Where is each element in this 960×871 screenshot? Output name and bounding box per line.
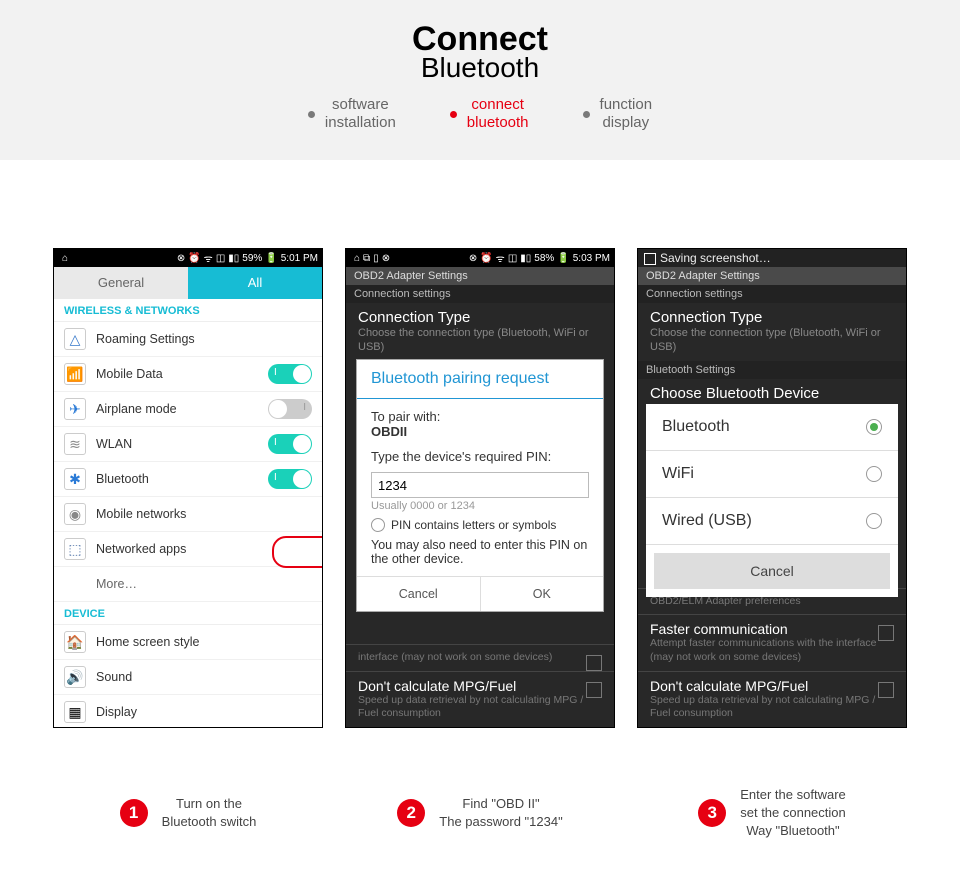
saving-screenshot-bar: Saving screenshot…: [638, 249, 906, 267]
dialog-title: Bluetooth pairing request: [357, 360, 603, 399]
row-label: Home screen style: [96, 635, 312, 649]
header-title-1: Connect: [0, 22, 960, 56]
row-home-screen-style[interactable]: 🏠 Home screen style: [54, 625, 322, 660]
row-roaming-settings[interactable]: △ Roaming Settings: [54, 322, 322, 357]
status-bar: ⌂⧉▯⊗ ⊗⏰ᯤ◫▮▯ 58%🔋5:03 PM: [346, 249, 614, 267]
radio-bluetooth[interactable]: Bluetooth: [646, 404, 898, 451]
row-icon: 📶: [64, 363, 86, 385]
row-label: Airplane mode: [96, 402, 268, 416]
phone-3: Saving screenshot… OBD2 Adapter Settings…: [637, 248, 907, 728]
row-icon: ◉: [64, 503, 86, 525]
radio-wifi[interactable]: WiFi: [646, 451, 898, 498]
caption-3: 3Enter the software set the connection W…: [637, 786, 907, 841]
toggle[interactable]: I: [268, 434, 312, 454]
header-banner: Connect Bluetooth software installation …: [0, 0, 960, 160]
header-nav: software installation connect bluetooth …: [0, 96, 960, 132]
row-mobile-networks[interactable]: ◉ Mobile networks: [54, 497, 322, 532]
section-device: DEVICE: [54, 602, 322, 625]
row-icon: 🏠: [64, 631, 86, 653]
row-sound[interactable]: 🔊 Sound: [54, 660, 322, 695]
row-label: Networked apps: [96, 542, 312, 556]
obd-header: OBD2 Adapter Settings: [346, 267, 614, 285]
toggle[interactable]: I: [268, 469, 312, 489]
section-wireless: WIRELESS & NETWORKS: [54, 299, 322, 322]
bluetooth-settings-label: Bluetooth Settings: [638, 361, 906, 379]
row-icon: △: [64, 328, 86, 350]
pair-with-label: To pair with:: [371, 409, 589, 424]
row-label: Bluetooth: [96, 472, 268, 486]
radio-wired[interactable]: Wired (USB): [646, 498, 898, 545]
radio-icon: [866, 419, 882, 435]
toggle[interactable]: I: [268, 364, 312, 384]
row-label: Sound: [96, 670, 312, 684]
row-label: Mobile Data: [96, 367, 268, 381]
row-airplane-mode[interactable]: ✈ Airplane modeI: [54, 392, 322, 427]
step-badge: 1: [120, 799, 148, 827]
phone-2: ⌂⧉▯⊗ ⊗⏰ᯤ◫▮▯ 58%🔋5:03 PM OBD2 Adapter Set…: [345, 248, 615, 728]
caption-2: 2Find "OBD II" The password "1234": [345, 786, 615, 841]
tab-all[interactable]: All: [188, 267, 322, 299]
nav-item-function[interactable]: function display: [583, 96, 653, 132]
connection-settings-label: Connection settings: [346, 285, 614, 303]
row-bluetooth[interactable]: ✱ BluetoothI: [54, 462, 322, 497]
mpg-row[interactable]: Don't calculate MPG/FuelSpeed up data re…: [638, 671, 906, 727]
faster-comm-row[interactable]: interface (may not work on some devices): [346, 644, 614, 671]
connection-type-row[interactable]: Connection Type Choose the connection ty…: [638, 303, 906, 361]
row-icon: ✈: [64, 398, 86, 420]
screenshot-icon: [644, 253, 656, 265]
radio-icon: [866, 466, 882, 482]
row-icon: ▦: [64, 701, 86, 723]
ok-button[interactable]: OK: [481, 577, 604, 611]
nav-item-connect[interactable]: connect bluetooth: [450, 96, 529, 132]
row-icon: ≋: [64, 433, 86, 455]
step-badge: 2: [397, 799, 425, 827]
nav-item-software[interactable]: software installation: [308, 96, 396, 132]
faster-comm-row[interactable]: Faster communicationAttempt faster commu…: [638, 614, 906, 670]
header-title-2: Bluetooth: [0, 54, 960, 82]
row-more[interactable]: More…: [54, 567, 322, 602]
tab-general[interactable]: General: [54, 267, 188, 299]
connection-radio-list: Bluetooth WiFi Wired (USB) Cancel: [646, 404, 898, 597]
status-bar: ⌂ ⊗⏰ᯤ◫▮▯ 59%🔋5:01 PM: [54, 249, 322, 267]
row-icon: 🔊: [64, 666, 86, 688]
row-display[interactable]: ▦ Display: [54, 695, 322, 728]
pin-contains-letters-check[interactable]: PIN contains letters or symbols: [371, 518, 589, 532]
screenshots-row: ⌂ ⊗⏰ᯤ◫▮▯ 59%🔋5:01 PM General All WIRELES…: [0, 160, 960, 756]
caption-1: 1Turn on the Bluetooth switch: [53, 786, 323, 841]
obd-header: OBD2 Adapter Settings: [638, 267, 906, 285]
connection-type-row[interactable]: Connection Type Choose the connection ty…: [346, 303, 614, 361]
row-label: Mobile networks: [96, 507, 312, 521]
row-icon: ✱: [64, 468, 86, 490]
row-label: Display: [96, 705, 312, 719]
pin-note: You may also need to enter this PIN on t…: [371, 538, 589, 566]
radio-icon: [866, 513, 882, 529]
pin-label: Type the device's required PIN:: [371, 449, 589, 464]
settings-tabs: General All: [54, 267, 322, 299]
row-mobile-data[interactable]: 📶 Mobile DataI: [54, 357, 322, 392]
row-wlan[interactable]: ≋ WLANI: [54, 427, 322, 462]
toggle[interactable]: I: [268, 399, 312, 419]
connection-settings-label: Connection settings: [638, 285, 906, 303]
phone-1: ⌂ ⊗⏰ᯤ◫▮▯ 59%🔋5:01 PM General All WIRELES…: [53, 248, 323, 728]
cancel-button[interactable]: Cancel: [357, 577, 481, 611]
pin-input[interactable]: [371, 472, 589, 498]
captions-row: 1Turn on the Bluetooth switch 2Find "OBD…: [0, 756, 960, 871]
step-badge: 3: [698, 799, 726, 827]
row-networked-apps[interactable]: ⬚ Networked apps: [54, 532, 322, 567]
pairing-dialog: Bluetooth pairing request To pair with: …: [356, 359, 604, 612]
row-label: WLAN: [96, 437, 268, 451]
cancel-button[interactable]: Cancel: [654, 553, 890, 589]
pin-hint: Usually 0000 or 1234: [371, 500, 589, 512]
pair-device: OBDII: [371, 424, 589, 439]
mpg-row[interactable]: Don't calculate MPG/FuelSpeed up data re…: [346, 671, 614, 727]
row-icon: ⬚: [64, 538, 86, 560]
row-label: Roaming Settings: [96, 332, 312, 346]
